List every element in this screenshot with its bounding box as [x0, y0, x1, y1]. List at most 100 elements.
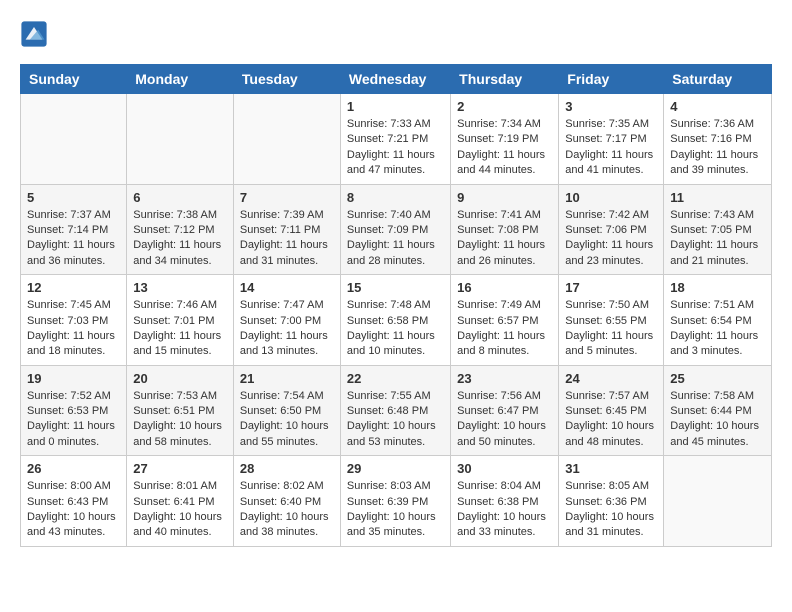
- weekday-header: Monday: [127, 65, 234, 94]
- calendar-cell: 28 Sunrise: 8:02 AMSunset: 6:40 PMDayligh…: [233, 456, 340, 547]
- day-info: Sunrise: 7:39 AMSunset: 7:11 PMDaylight:…: [240, 208, 334, 270]
- day-number: 12: [27, 280, 120, 295]
- day-info: Sunrise: 8:05 AMSunset: 6:36 PMDaylight:…: [565, 479, 657, 541]
- calendar-cell: 30Sunrise: 8:04 AMSunset: 6:38 PMDayligh…: [451, 456, 559, 547]
- day-number: 29: [347, 461, 444, 476]
- day-number: 16: [457, 280, 552, 295]
- calendar-cell: [127, 94, 234, 185]
- day-number: 5: [27, 190, 120, 205]
- day-number: 23: [457, 371, 552, 386]
- day-info: Sunrise: 7:38 AMSunset: 7:12 PMDaylight:…: [133, 208, 227, 270]
- day-number: 24: [565, 371, 657, 386]
- calendar-cell: [233, 94, 340, 185]
- day-info: Sunrise: 7:47 AMSunset: 7:00 PMDaylight:…: [240, 298, 334, 360]
- calendar-cell: 18 Sunrise: 7:51 AMSunset: 6:54 PMDayligh…: [664, 275, 772, 366]
- day-number: 30: [457, 461, 552, 476]
- day-info: Sunrise: 7:58 AMSunset: 6:44 PMDaylight:…: [670, 389, 765, 451]
- calendar-cell: 14 Sunrise: 7:47 AMSunset: 7:00 PMDayligh…: [233, 275, 340, 366]
- weekday-header: Tuesday: [233, 65, 340, 94]
- day-number: 13: [133, 280, 227, 295]
- day-info: Sunrise: 7:34 AMSunset: 7:19 PMDaylight:…: [457, 117, 552, 179]
- day-info: Sunrise: 8:01 AMSunset: 6:41 PMDaylight:…: [133, 479, 227, 541]
- day-info: Sunrise: 7:45 AMSunset: 7:03 PMDaylight:…: [27, 298, 120, 360]
- calendar-week-row: 12 Sunrise: 7:45 AMSunset: 7:03 PMDayligh…: [21, 275, 772, 366]
- day-info: Sunrise: 7:52 AMSunset: 6:53 PMDaylight:…: [27, 389, 120, 451]
- calendar-cell: 9Sunrise: 7:41 AMSunset: 7:08 PMDaylight…: [451, 184, 559, 275]
- day-number: 25: [670, 371, 765, 386]
- calendar-cell: 21 Sunrise: 7:54 AMSunset: 6:50 PMDayligh…: [233, 365, 340, 456]
- day-info: Sunrise: 7:48 AMSunset: 6:58 PMDaylight:…: [347, 298, 444, 360]
- day-info: Sunrise: 7:36 AMSunset: 7:16 PMDaylight:…: [670, 117, 765, 179]
- calendar-cell: [664, 456, 772, 547]
- day-info: Sunrise: 7:50 AMSunset: 6:55 PMDaylight:…: [565, 298, 657, 360]
- day-info: Sunrise: 8:03 AMSunset: 6:39 PMDaylight:…: [347, 479, 444, 541]
- day-number: 21: [240, 371, 334, 386]
- calendar-week-row: 1 Sunrise: 7:33 AMSunset: 7:21 PMDaylight…: [21, 94, 772, 185]
- day-info: Sunrise: 7:33 AMSunset: 7:21 PMDaylight:…: [347, 117, 444, 179]
- day-number: 31: [565, 461, 657, 476]
- day-number: 28: [240, 461, 334, 476]
- calendar-cell: 7 Sunrise: 7:39 AMSunset: 7:11 PMDaylight…: [233, 184, 340, 275]
- logo-icon: [20, 20, 48, 48]
- calendar-cell: 3 Sunrise: 7:35 AMSunset: 7:17 PMDaylight…: [559, 94, 664, 185]
- calendar-cell: 19 Sunrise: 7:52 AMSunset: 6:53 PMDayligh…: [21, 365, 127, 456]
- calendar-week-row: 26Sunrise: 8:00 AMSunset: 6:43 PMDayligh…: [21, 456, 772, 547]
- day-info: Sunrise: 7:49 AMSunset: 6:57 PMDaylight:…: [457, 298, 552, 360]
- day-number: 15: [347, 280, 444, 295]
- logo: [20, 20, 52, 48]
- day-info: Sunrise: 7:43 AMSunset: 7:05 PMDaylight:…: [670, 208, 765, 270]
- day-info: Sunrise: 7:53 AMSunset: 6:51 PMDaylight:…: [133, 389, 227, 451]
- day-number: 2: [457, 99, 552, 114]
- day-number: 7: [240, 190, 334, 205]
- day-info: Sunrise: 7:40 AMSunset: 7:09 PMDaylight:…: [347, 208, 444, 270]
- day-number: 18: [670, 280, 765, 295]
- calendar-cell: 26Sunrise: 8:00 AMSunset: 6:43 PMDayligh…: [21, 456, 127, 547]
- calendar-cell: 2 Sunrise: 7:34 AMSunset: 7:19 PMDaylight…: [451, 94, 559, 185]
- calendar-cell: 16 Sunrise: 7:49 AMSunset: 6:57 PMDayligh…: [451, 275, 559, 366]
- calendar-cell: 20 Sunrise: 7:53 AMSunset: 6:51 PMDayligh…: [127, 365, 234, 456]
- day-number: 10: [565, 190, 657, 205]
- calendar-cell: 25 Sunrise: 7:58 AMSunset: 6:44 PMDayligh…: [664, 365, 772, 456]
- day-info: Sunrise: 8:02 AMSunset: 6:40 PMDaylight:…: [240, 479, 334, 541]
- day-number: 22: [347, 371, 444, 386]
- day-number: 20: [133, 371, 227, 386]
- day-number: 27: [133, 461, 227, 476]
- day-info: Sunrise: 7:55 AMSunset: 6:48 PMDaylight:…: [347, 389, 444, 451]
- calendar-cell: 5 Sunrise: 7:37 AMSunset: 7:14 PMDaylight…: [21, 184, 127, 275]
- calendar-cell: [21, 94, 127, 185]
- calendar-cell: 15 Sunrise: 7:48 AMSunset: 6:58 PMDayligh…: [340, 275, 450, 366]
- calendar-header-row: SundayMondayTuesdayWednesdayThursdayFrid…: [21, 65, 772, 94]
- day-info: Sunrise: 7:54 AMSunset: 6:50 PMDaylight:…: [240, 389, 334, 451]
- day-number: 6: [133, 190, 227, 205]
- day-info: Sunrise: 7:35 AMSunset: 7:17 PMDaylight:…: [565, 117, 657, 179]
- day-number: 11: [670, 190, 765, 205]
- weekday-header: Friday: [559, 65, 664, 94]
- calendar-week-row: 5 Sunrise: 7:37 AMSunset: 7:14 PMDaylight…: [21, 184, 772, 275]
- day-number: 14: [240, 280, 334, 295]
- calendar-cell: 4 Sunrise: 7:36 AMSunset: 7:16 PMDaylight…: [664, 94, 772, 185]
- calendar-cell: 23 Sunrise: 7:56 AMSunset: 6:47 PMDayligh…: [451, 365, 559, 456]
- calendar-cell: 12 Sunrise: 7:45 AMSunset: 7:03 PMDayligh…: [21, 275, 127, 366]
- calendar-cell: 29 Sunrise: 8:03 AMSunset: 6:39 PMDayligh…: [340, 456, 450, 547]
- calendar-cell: 27 Sunrise: 8:01 AMSunset: 6:41 PMDayligh…: [127, 456, 234, 547]
- day-info: Sunrise: 7:37 AMSunset: 7:14 PMDaylight:…: [27, 208, 120, 270]
- weekday-header: Saturday: [664, 65, 772, 94]
- day-info: Sunrise: 8:00 AMSunset: 6:43 PMDaylight:…: [27, 479, 120, 541]
- day-number: 4: [670, 99, 765, 114]
- day-info: Sunrise: 7:42 AMSunset: 7:06 PMDaylight:…: [565, 208, 657, 270]
- calendar-cell: 17Sunrise: 7:50 AMSunset: 6:55 PMDayligh…: [559, 275, 664, 366]
- weekday-header: Thursday: [451, 65, 559, 94]
- day-number: 1: [347, 99, 444, 114]
- weekday-header: Sunday: [21, 65, 127, 94]
- calendar-cell: 11 Sunrise: 7:43 AMSunset: 7:05 PMDayligh…: [664, 184, 772, 275]
- day-number: 3: [565, 99, 657, 114]
- calendar-cell: 31 Sunrise: 8:05 AMSunset: 6:36 PMDayligh…: [559, 456, 664, 547]
- calendar-cell: 10 Sunrise: 7:42 AMSunset: 7:06 PMDayligh…: [559, 184, 664, 275]
- calendar-cell: 24Sunrise: 7:57 AMSunset: 6:45 PMDayligh…: [559, 365, 664, 456]
- day-info: Sunrise: 7:51 AMSunset: 6:54 PMDaylight:…: [670, 298, 765, 360]
- day-number: 19: [27, 371, 120, 386]
- calendar-cell: 1 Sunrise: 7:33 AMSunset: 7:21 PMDaylight…: [340, 94, 450, 185]
- calendar-cell: 22 Sunrise: 7:55 AMSunset: 6:48 PMDayligh…: [340, 365, 450, 456]
- day-info: Sunrise: 7:56 AMSunset: 6:47 PMDaylight:…: [457, 389, 552, 451]
- day-number: 8: [347, 190, 444, 205]
